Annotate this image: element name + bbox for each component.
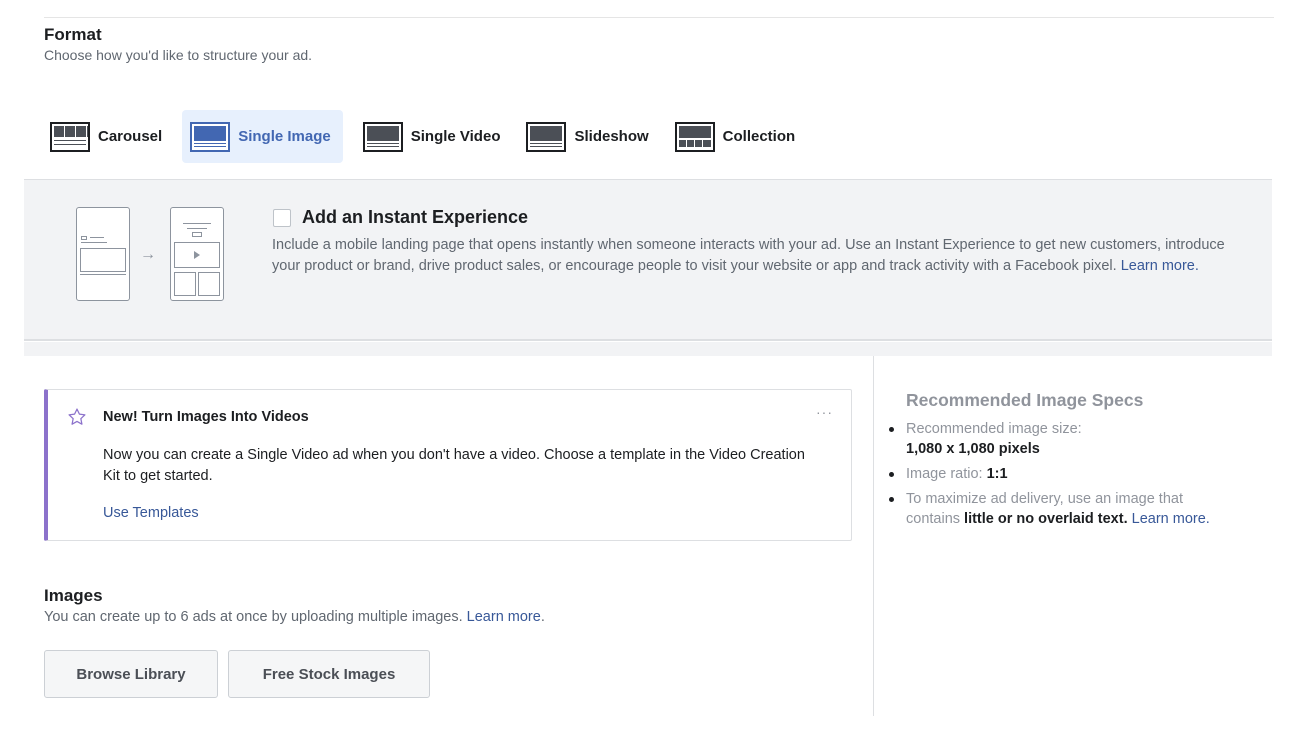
specs-heading: Recommended Image Specs — [906, 390, 1144, 410]
tab-collection[interactable]: Collection — [669, 110, 802, 163]
use-templates-link[interactable]: Use Templates — [103, 505, 199, 521]
tab-single-image[interactable]: Single Image — [182, 110, 343, 163]
tab-label: Collection — [722, 128, 796, 145]
spec-ratio-value: 1:1 — [986, 466, 1008, 482]
specs-list: Recommended image size: 1,080 x 1,080 pix… — [887, 419, 1237, 534]
images-heading: Images — [44, 586, 103, 605]
spec-size: Recommended image size: 1,080 x 1,080 pix… — [887, 419, 1237, 459]
browse-library-button[interactable]: Browse Library — [44, 650, 218, 698]
top-divider — [44, 17, 1274, 18]
images-subtitle-period: . — [540, 609, 545, 625]
spec-learn-more-link[interactable]: Learn more. — [1132, 511, 1210, 527]
spec-delivery: To maximize ad delivery, use an image th… — [887, 489, 1237, 529]
spec-ratio-label: Image ratio: — [906, 466, 987, 482]
slideshow-icon — [526, 121, 567, 152]
carousel-icon — [50, 121, 90, 152]
tab-label: Single Image — [238, 128, 331, 145]
promo-card: New! Turn Images Into Videos ··· Now you… — [44, 389, 852, 541]
star-icon — [68, 408, 86, 425]
more-options-icon[interactable]: ··· — [816, 404, 833, 420]
spec-delivery-bold: little or no overlaid text. — [964, 511, 1128, 527]
images-subtitle: You can create up to 6 ads at once by up… — [44, 609, 545, 625]
instant-experience-description: Include a mobile landing page that opens… — [272, 235, 1232, 277]
spec-size-value: 1,080 x 1,080 pixels — [906, 441, 1040, 457]
tab-label: Single Video — [410, 128, 501, 145]
phone-instant-experience-illustration — [170, 207, 224, 301]
tab-slideshow[interactable]: Slideshow — [520, 110, 654, 163]
instant-experience-panel: → Add an Instant Experience Include a mo… — [24, 179, 1272, 341]
single-image-icon — [190, 121, 231, 152]
promo-body: Now you can create a Single Video ad whe… — [103, 447, 805, 484]
format-heading: Format — [44, 25, 102, 44]
images-subtitle-text: You can create up to 6 ads at once by up… — [44, 609, 463, 625]
column-divider — [873, 356, 874, 716]
tab-carousel[interactable]: Carousel — [44, 110, 168, 163]
promo-title: New! Turn Images Into Videos — [103, 409, 309, 425]
instant-experience-checkbox[interactable] — [273, 209, 291, 227]
format-subtitle: Choose how you'd like to structure your … — [44, 47, 313, 63]
tab-label: Carousel — [98, 128, 163, 145]
format-tabs: Carousel Single Image Single Video Slide… — [44, 110, 815, 163]
collection-icon — [674, 121, 715, 152]
free-stock-images-button[interactable]: Free Stock Images — [228, 650, 430, 698]
instant-experience-text: Include a mobile landing page that opens… — [272, 237, 1225, 274]
tab-label: Slideshow — [574, 128, 649, 145]
arrow-icon: → — [140, 246, 156, 263]
single-video-icon — [362, 121, 403, 152]
spec-ratio: Image ratio: 1:1 — [887, 464, 1237, 484]
tab-single-video[interactable]: Single Video — [357, 110, 507, 163]
spec-size-label: Recommended image size: — [906, 421, 1082, 437]
section-separator — [24, 342, 1272, 356]
phone-ad-illustration — [76, 207, 130, 301]
images-learn-more-link[interactable]: Learn more — [467, 609, 541, 625]
instant-experience-learn-more-link[interactable]: Learn more. — [1121, 258, 1199, 274]
instant-experience-title: Add an Instant Experience — [302, 207, 529, 227]
